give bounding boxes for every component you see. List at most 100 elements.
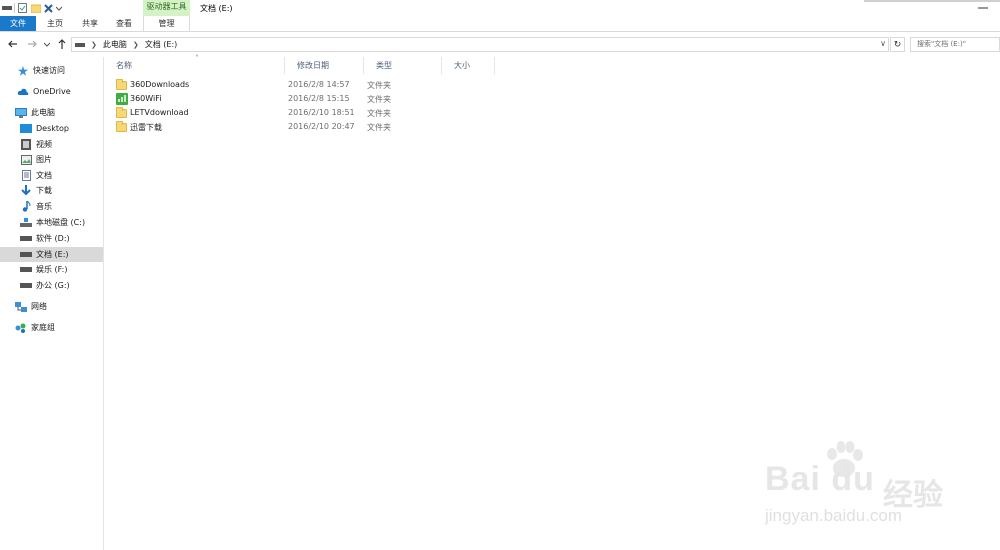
address-bar[interactable]: ❯ 此电脑 ❯ 文档 (E:) ∨ xyxy=(71,37,889,52)
download-icon xyxy=(20,185,32,197)
file-date: 2016/2/8 15:15 xyxy=(288,94,350,103)
file-row[interactable]: 360Downloads 2016/2/8 14:57 文件夹 xyxy=(116,78,556,92)
nav-item-label: 音乐 xyxy=(36,202,52,211)
music-icon xyxy=(20,201,32,213)
file-type: 文件夹 xyxy=(367,81,391,90)
nav-item-desktop[interactable]: Desktop xyxy=(0,121,103,136)
file-name: 360WiFi xyxy=(130,94,162,103)
wifi-app-folder-icon xyxy=(116,93,128,105)
refresh-icon[interactable]: ↻ xyxy=(890,37,905,52)
tab-view[interactable]: 查看 xyxy=(112,16,136,31)
forward-arrow-icon[interactable] xyxy=(25,37,39,51)
column-header-date[interactable]: 修改日期 xyxy=(285,57,364,74)
nav-item-homegroup[interactable]: 家庭组 xyxy=(0,320,103,335)
minimize-icon[interactable] xyxy=(966,0,1000,16)
ribbon-tabs: 文件 主页 共享 查看 管理 xyxy=(0,16,1000,32)
column-header-size[interactable]: 大小 xyxy=(442,57,495,74)
breadcrumb-this-pc[interactable]: 此电脑 xyxy=(103,39,127,50)
breadcrumb-current[interactable]: 文档 (E:) xyxy=(145,39,178,50)
chevron-right-icon[interactable]: ❯ xyxy=(91,41,97,49)
search-input[interactable]: 搜索"文档 (E:)" xyxy=(910,37,1000,52)
file-type: 文件夹 xyxy=(367,95,391,104)
drive-icon xyxy=(20,264,32,276)
nav-item-label: 快速访问 xyxy=(33,66,65,75)
computer-icon xyxy=(15,107,27,119)
homegroup-icon xyxy=(15,322,27,334)
file-date: 2016/2/10 18:51 xyxy=(288,108,355,117)
nav-item-label: 视频 xyxy=(36,140,52,149)
nav-item-drive-f[interactable]: 娱乐 (F:) xyxy=(0,262,103,277)
up-arrow-icon[interactable] xyxy=(55,37,69,51)
nav-item-network[interactable]: 网络 xyxy=(0,299,103,314)
nav-item-this-pc[interactable]: 此电脑 xyxy=(0,105,103,120)
folder-icon xyxy=(116,79,127,90)
new-folder-icon[interactable] xyxy=(29,0,42,16)
nav-item-onedrive[interactable]: OneDrive xyxy=(0,84,103,99)
title-bar: 驱动器工具 文档 (E:) xyxy=(0,0,1000,16)
context-tab-header: 驱动器工具 xyxy=(143,0,190,16)
nav-item-label: 办公 (G:) xyxy=(36,281,70,290)
document-icon xyxy=(20,170,32,182)
drive-icon xyxy=(20,233,32,245)
file-type: 文件夹 xyxy=(367,123,391,132)
file-date: 2016/2/8 14:57 xyxy=(288,80,350,89)
tab-home[interactable]: 主页 xyxy=(43,16,67,31)
nav-item-label: 本地磁盘 (C:) xyxy=(36,218,86,227)
nav-item-documents[interactable]: 文档 xyxy=(0,168,103,183)
desktop-icon xyxy=(20,123,32,135)
nav-item-drive-g[interactable]: 办公 (G:) xyxy=(0,278,103,293)
toolbar-divider xyxy=(14,3,15,13)
chevron-right-icon[interactable]: ❯ xyxy=(133,41,139,49)
nav-item-label: 网络 xyxy=(31,302,47,311)
nav-item-downloads[interactable]: 下载 xyxy=(0,183,103,198)
drive-icon xyxy=(20,249,32,261)
drive-icon[interactable] xyxy=(0,0,13,16)
tab-file[interactable]: 文件 xyxy=(0,16,36,31)
window-controls xyxy=(966,0,1000,16)
folder-icon xyxy=(116,107,127,118)
file-row[interactable]: 迅雷下载 2016/2/10 20:47 文件夹 xyxy=(116,120,556,134)
nav-item-drive-c[interactable]: 本地磁盘 (C:) xyxy=(0,215,103,230)
recent-locations-icon[interactable] xyxy=(40,37,54,51)
tab-share[interactable]: 共享 xyxy=(78,16,102,31)
file-date: 2016/2/10 20:47 xyxy=(288,122,355,131)
quick-access-toolbar xyxy=(0,0,63,16)
nav-item-label: 图片 xyxy=(36,155,52,164)
window-title: 文档 (E:) xyxy=(200,4,233,13)
column-header-type[interactable]: 类型 xyxy=(364,57,442,74)
file-row[interactable]: 360WiFi 2016/2/8 15:15 文件夹 xyxy=(116,92,556,106)
navigation-pane: 快速访问 OneDrive 此电脑 Desktop 视频 图片 文档 下载 音乐… xyxy=(0,57,104,550)
nav-item-music[interactable]: 音乐 xyxy=(0,199,103,214)
nav-item-label: 此电脑 xyxy=(31,108,55,117)
file-name: 迅雷下载 xyxy=(130,123,162,132)
column-header-name[interactable]: 名称 xyxy=(104,57,285,74)
properties-icon[interactable] xyxy=(16,0,29,16)
picture-icon xyxy=(20,154,32,166)
nav-item-quick-access[interactable]: 快速访问 xyxy=(0,63,103,78)
drive-icon xyxy=(20,280,32,292)
system-drive-icon xyxy=(20,217,32,229)
nav-item-pictures[interactable]: 图片 xyxy=(0,152,103,167)
back-arrow-icon[interactable] xyxy=(6,37,20,51)
file-type: 文件夹 xyxy=(367,109,391,118)
navigation-bar: ❯ 此电脑 ❯ 文档 (E:) ∨ ↻ 搜索"文档 (E:)" xyxy=(0,35,1000,53)
nav-item-label: 文档 (E:) xyxy=(36,250,69,259)
watermark-url: jingyan.baidu.com xyxy=(765,506,903,525)
nav-item-drive-d[interactable]: 软件 (D:) xyxy=(0,231,103,246)
nav-item-label: 文档 xyxy=(36,171,52,180)
nav-item-videos[interactable]: 视频 xyxy=(0,137,103,152)
customize-toolbar-icon[interactable] xyxy=(55,0,63,16)
nav-item-label: 软件 (D:) xyxy=(36,234,70,243)
file-name: LETVdownload xyxy=(130,108,189,117)
tab-manage[interactable]: 管理 xyxy=(143,16,190,31)
nav-item-drive-e[interactable]: 文档 (E:) xyxy=(0,247,103,262)
nav-item-label: Desktop xyxy=(36,124,69,133)
nav-item-label: 娱乐 (F:) xyxy=(36,265,68,274)
nav-item-label: 下载 xyxy=(36,186,52,195)
nav-item-label: OneDrive xyxy=(33,87,71,96)
nav-item-label: 家庭组 xyxy=(31,323,55,332)
file-row[interactable]: LETVdownload 2016/2/10 18:51 文件夹 xyxy=(116,106,556,120)
delete-icon[interactable] xyxy=(42,0,55,16)
chevron-down-icon[interactable]: ∨ xyxy=(880,39,886,48)
network-icon xyxy=(15,301,27,313)
